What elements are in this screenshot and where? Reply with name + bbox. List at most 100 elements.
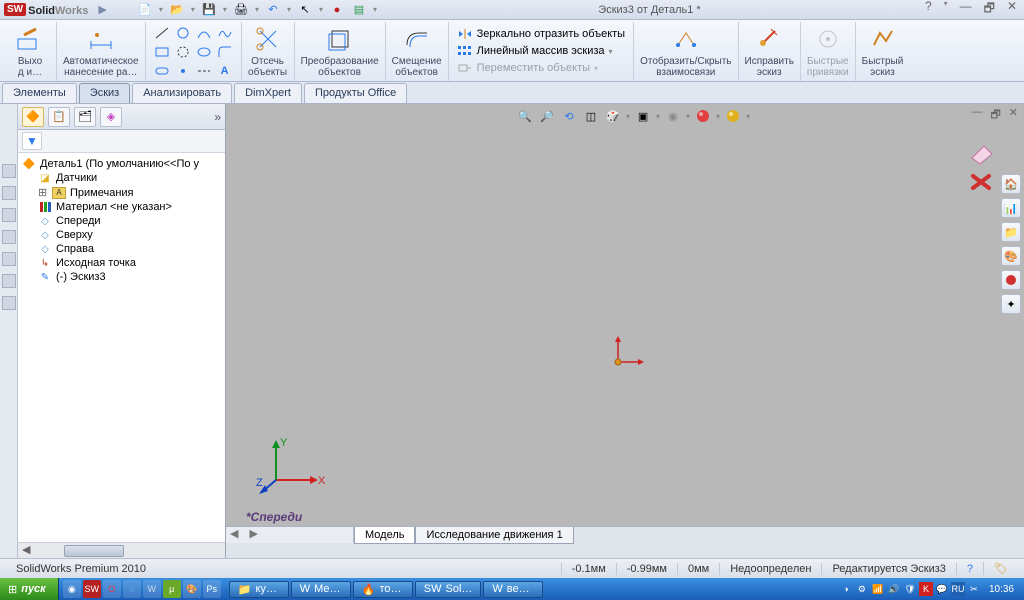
task-window-1[interactable]: WМе…	[291, 581, 351, 598]
sketch-cancel-icon[interactable]	[969, 172, 993, 192]
taskpane-home-icon[interactable]: 🏠	[1001, 174, 1021, 194]
tree-tab-dimxpert-icon[interactable]: ◈	[100, 107, 122, 127]
tray-icon-6[interactable]: K	[919, 582, 933, 596]
tree-collapse-icon[interactable]: »	[214, 110, 221, 124]
tray-icon-1[interactable]: ◑	[839, 582, 853, 596]
graphics-viewport[interactable]: 🔍 🔎 ⟲ ◫ 🎲▾ ▣▾ ◉▾ ▾ ▾ — 🗗 ✕ 🏠 📊 📁 🎨 ✦	[226, 104, 1024, 558]
tree-sensors[interactable]: ◪Датчики	[20, 171, 223, 185]
hide-show-icon[interactable]: ◉	[664, 107, 682, 125]
left-tool-7[interactable]	[2, 296, 16, 310]
ql-ps-icon[interactable]: Ps	[203, 580, 221, 598]
task-window-4[interactable]: Wве…	[483, 581, 543, 598]
ql-ie-icon[interactable]: e	[123, 580, 141, 598]
tray-icon-9[interactable]: ✂	[967, 582, 981, 596]
open-icon[interactable]: 📂	[169, 2, 185, 18]
tree-material[interactable]: Материал <не указан>	[20, 200, 223, 214]
ql-utorrent-icon[interactable]: μ	[163, 580, 181, 598]
rebuild-icon[interactable]: ●	[329, 2, 345, 18]
point-icon[interactable]	[173, 62, 193, 80]
tree-tab-feature-icon[interactable]: 🔶	[22, 107, 44, 127]
tray-icon-8[interactable]: RU	[951, 582, 965, 596]
scene-icon[interactable]	[724, 107, 742, 125]
tree-tab-property-icon[interactable]: 📋	[48, 107, 70, 127]
rapid-sketch-button[interactable]	[862, 22, 902, 56]
zoom-fit-icon[interactable]: 🔍	[516, 107, 534, 125]
smart-dimension-button[interactable]	[81, 22, 121, 56]
start-button[interactable]: ⊞пуск	[0, 578, 59, 600]
ql-sw-icon[interactable]: SW	[83, 580, 101, 598]
tab-scroll-left-icon[interactable]: ◀	[226, 528, 242, 540]
tab-motion-study[interactable]: Исследование движения 1	[415, 527, 573, 544]
taskpane-explorer-icon[interactable]: 📁	[1001, 222, 1021, 242]
minimize-icon[interactable]: —	[957, 0, 975, 20]
task-window-0[interactable]: 📁ку…	[229, 581, 289, 598]
new-icon[interactable]: 📄	[137, 2, 153, 18]
display-style-icon[interactable]: ▣	[634, 107, 652, 125]
tray-icon-4[interactable]: 🔊	[887, 582, 901, 596]
ql-chrome-icon[interactable]: ◉	[63, 580, 81, 598]
maximize-icon[interactable]: 🗗	[981, 0, 998, 20]
tree-hscroll[interactable]: ◀	[18, 542, 225, 558]
tab-model[interactable]: Модель	[354, 527, 415, 544]
linear-pattern-button[interactable]: Линейный массив эскиза▾	[455, 43, 627, 59]
circle-icon[interactable]	[173, 24, 193, 42]
save-icon[interactable]: 💾	[201, 2, 217, 18]
left-tool-4[interactable]	[2, 230, 16, 244]
repair-button[interactable]	[749, 22, 789, 56]
help-icon[interactable]: ?	[922, 0, 935, 20]
taskpane-custom-icon[interactable]: ✦	[1001, 294, 1021, 314]
app-menu-arrow[interactable]: ▶	[98, 3, 106, 16]
sketch-ok-icon[interactable]	[968, 144, 994, 166]
text-icon[interactable]: A	[215, 62, 235, 80]
status-tag-icon[interactable]: 🏷	[983, 562, 1018, 575]
select-icon[interactable]: ↖	[297, 2, 313, 18]
ql-word-icon[interactable]: W	[143, 580, 161, 598]
left-tool-5[interactable]	[2, 252, 16, 266]
offset-button[interactable]	[397, 22, 437, 56]
expand-icon[interactable]: ⊞	[38, 186, 48, 199]
tree-origin[interactable]: ↳Исходная точка	[20, 256, 223, 270]
doc-restore-icon[interactable]: 🗗	[988, 106, 1002, 125]
slot-icon[interactable]	[152, 62, 172, 80]
convert-button[interactable]	[320, 22, 360, 56]
taskbar-clock[interactable]: 10:36	[983, 584, 1020, 595]
left-tool-6[interactable]	[2, 274, 16, 288]
tray-icon-2[interactable]: ⚙	[855, 582, 869, 596]
tab-sketch[interactable]: Эскиз	[79, 83, 130, 103]
taskpane-palette-icon[interactable]: 🎨	[1001, 246, 1021, 266]
trim-button[interactable]	[248, 22, 288, 56]
ql-paint-icon[interactable]: 🎨	[183, 580, 201, 598]
tab-features[interactable]: Элементы	[2, 83, 77, 103]
close-icon[interactable]: ✕	[1004, 0, 1020, 20]
taskpane-library-icon[interactable]: 📊	[1001, 198, 1021, 218]
view-orient-icon[interactable]: 🎲	[604, 107, 622, 125]
taskpane-appearance-icon[interactable]	[1001, 270, 1021, 290]
doc-close-icon[interactable]: ✕	[1007, 106, 1020, 125]
undo-icon[interactable]: ↶	[265, 2, 281, 18]
tab-dimxpert[interactable]: DimXpert	[234, 83, 302, 103]
zoom-area-icon[interactable]: 🔎	[538, 107, 556, 125]
ql-opera-icon[interactable]: O	[103, 580, 121, 598]
filter-icon[interactable]: ▼	[22, 132, 42, 150]
tray-icon-7[interactable]: 💬	[935, 582, 949, 596]
section-view-icon[interactable]: ◫	[582, 107, 600, 125]
line-icon[interactable]	[152, 24, 172, 42]
task-window-3[interactable]: SWSol…	[415, 581, 482, 598]
mirror-button[interactable]: Зеркально отразить объекты	[455, 26, 627, 42]
tree-root[interactable]: 🔶Деталь1 (По умолчанию<<По у	[20, 157, 223, 171]
centerline-icon[interactable]	[194, 62, 214, 80]
arc-icon[interactable]	[194, 24, 214, 42]
tab-evaluate[interactable]: Анализировать	[132, 83, 232, 103]
prev-view-icon[interactable]: ⟲	[560, 107, 578, 125]
tree-sketch3[interactable]: ✎(-) Эскиз3	[20, 270, 223, 284]
ellipse-icon[interactable]	[194, 43, 214, 61]
tab-scroll-right-icon[interactable]: ▶	[246, 528, 262, 540]
tray-icon-5[interactable]: 🛡	[903, 582, 917, 596]
exit-sketch-button[interactable]	[10, 22, 50, 56]
options-icon[interactable]: ▤	[351, 2, 367, 18]
display-relations-button[interactable]	[666, 22, 706, 56]
task-window-2[interactable]: 🔥то…	[353, 581, 413, 598]
tree-right-plane[interactable]: ◇Справа	[20, 242, 223, 256]
tray-icon-3[interactable]: 📶	[871, 582, 885, 596]
appearance-icon[interactable]	[694, 107, 712, 125]
